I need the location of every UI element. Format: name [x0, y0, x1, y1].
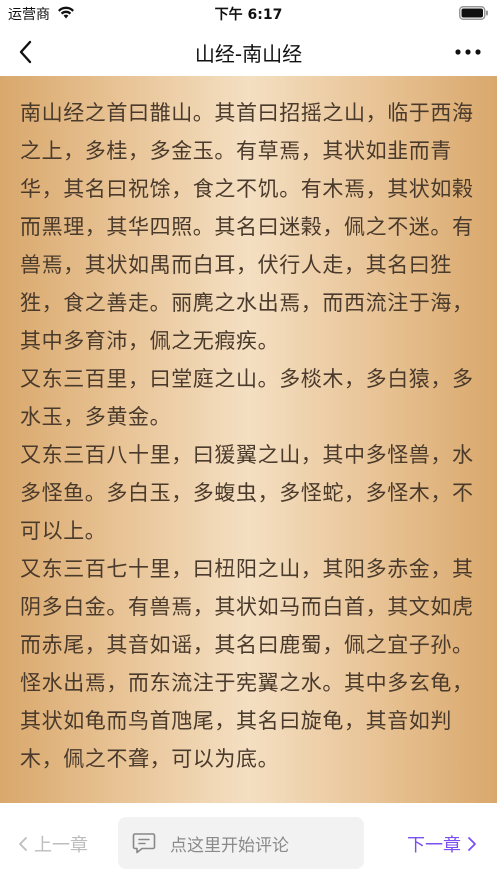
battery-icon: [459, 6, 488, 20]
paragraph: 南山经之首曰䧿山。其首曰招摇之山，临于西海之上，多桂，多金玉。有草焉，其状如韭而…: [20, 101, 474, 353]
paragraph: 又东三百八十里，曰猨翼之山，其中多怪兽，水多怪鱼。多白玉，多蝮虫，多怪蛇，多怪木…: [20, 443, 474, 543]
prev-chapter-button[interactable]: 上一章: [18, 831, 88, 857]
more-icon[interactable]: [453, 40, 483, 64]
status-bar: 运营商 下午 6:17: [0, 0, 497, 28]
comment-input[interactable]: 点这里开始评论: [118, 817, 364, 869]
paragraph: 又东三百里，曰堂庭之山。多棪木，多白猿，多水玉，多黄金。: [20, 367, 474, 429]
status-time: 下午 6:17: [214, 7, 283, 23]
next-chapter-button[interactable]: 下一章: [407, 831, 477, 857]
comment-placeholder: 点这里开始评论: [170, 835, 289, 856]
comment-icon: [132, 833, 156, 854]
chevron-right-icon: [468, 837, 476, 851]
prev-chapter-label: 上一章: [34, 835, 88, 856]
next-chapter-label: 下一章: [407, 835, 461, 856]
back-icon[interactable]: [12, 38, 40, 66]
page-title: 山经-南山经: [194, 42, 303, 66]
paragraph: 又东三百七十里，曰杻阳之山，其阳多赤金，其阴多白金。有兽焉，其状如马而白首，其文…: [20, 557, 474, 771]
reader-content[interactable]: 南山经之首曰䧿山。其首曰招摇之山，临于西海之上，多桂，多金玉。有草焉，其状如韭而…: [0, 76, 497, 803]
bottom-toolbar: 上一章 点这里开始评论 下一章: [0, 803, 497, 883]
nav-bar: 山经-南山经: [0, 28, 497, 76]
chevron-left-icon: [19, 837, 27, 851]
